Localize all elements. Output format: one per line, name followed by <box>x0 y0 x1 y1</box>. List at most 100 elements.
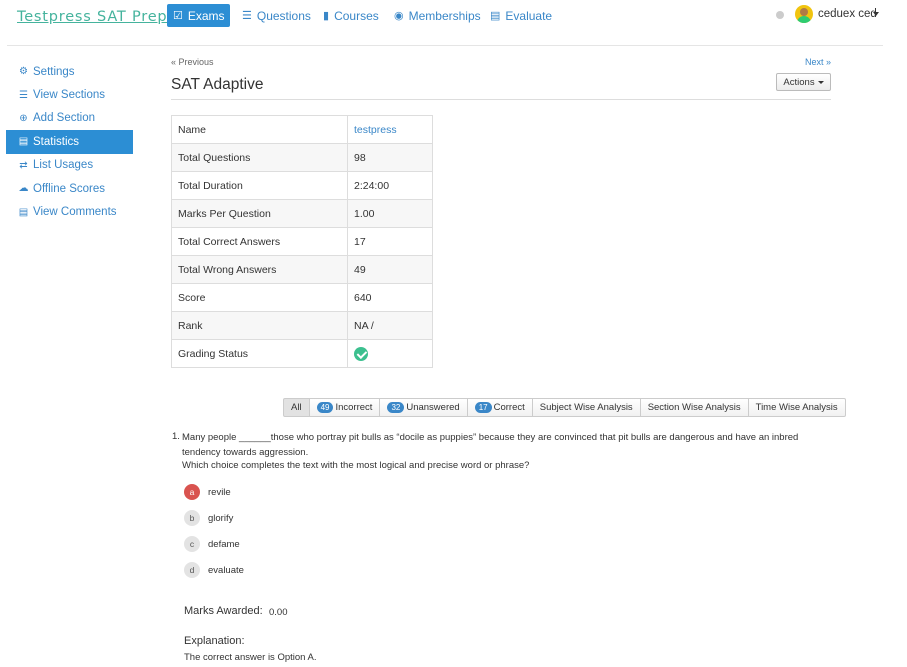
time-wise-analysis-button[interactable]: Time Wise Analysis <box>748 398 846 417</box>
option-key-wrong: a <box>184 484 200 500</box>
answer-option: d evaluate <box>184 562 244 578</box>
sidebar-item-offline-scores[interactable]: ☁ Offline Scores <box>6 177 133 200</box>
option-text: glorify <box>208 512 234 524</box>
answer-filter-bar: All 49 Incorrect 32 Unanswered 17 Correc… <box>283 398 846 417</box>
user-avatar[interactable] <box>795 5 813 23</box>
top-navbar: Testpress SAT Prep ☑ Exams ☰ Questions ▮… <box>0 0 907 32</box>
stat-label: Total Duration <box>171 171 348 200</box>
exchange-icon: ⇄ <box>19 159 28 171</box>
answer-option: c defame <box>184 536 240 552</box>
filter-label: Incorrect <box>335 402 373 413</box>
stat-label: Total Wrong Answers <box>171 255 348 284</box>
nav-courses[interactable]: ▮ Courses <box>317 4 385 27</box>
filter-all-button[interactable]: All <box>283 398 310 417</box>
stat-value <box>347 339 433 368</box>
filter-correct-button[interactable]: 17 Correct <box>467 398 533 417</box>
option-key: c <box>184 536 200 552</box>
stat-value: 17 <box>347 227 433 256</box>
online-status-indicator <box>776 11 784 19</box>
table-row: Total Wrong Answers 49 <box>171 255 433 284</box>
sidebar-item-label: Add Section <box>33 112 96 125</box>
table-row: Marks Per Question 1.00 <box>171 199 433 228</box>
nav-memberships-label: Memberships <box>408 8 481 23</box>
table-row: Name testpress <box>171 115 433 144</box>
sidebar-item-label: Settings <box>33 65 75 78</box>
filter-label: Correct <box>493 402 525 413</box>
plus-circle-icon: ⊕ <box>19 112 28 124</box>
subject-wise-analysis-button[interactable]: Subject Wise Analysis <box>532 398 641 417</box>
previous-link[interactable]: « Previous <box>171 57 214 67</box>
book-icon: ▮ <box>323 10 330 22</box>
marks-awarded-label: Marks Awarded: <box>184 605 263 617</box>
stat-value: NA / <box>347 311 433 340</box>
filter-incorrect-button[interactable]: 49 Incorrect <box>309 398 381 417</box>
nav-evaluate[interactable]: ▤ Evaluate <box>484 4 558 27</box>
stat-label: Total Questions <box>171 143 348 172</box>
stat-label: Marks Per Question <box>171 199 348 228</box>
nav-questions-label: Questions <box>256 8 311 23</box>
bar-chart-icon: ▤ <box>18 136 29 148</box>
filter-label: Section Wise Analysis <box>647 402 741 413</box>
sidebar-item-add-section[interactable]: ⊕ Add Section <box>6 107 133 130</box>
stat-value: 2:24:00 <box>347 171 433 200</box>
filter-unanswered-button[interactable]: 32 Unanswered <box>380 398 468 417</box>
next-link[interactable]: Next » <box>805 57 831 67</box>
table-row: Total Duration 2:24:00 <box>171 171 433 200</box>
sidebar-item-label: List Usages <box>33 159 94 172</box>
sidebar-item-list-usages[interactable]: ⇄ List Usages <box>6 154 133 177</box>
nav-exams[interactable]: ☑ Exams <box>167 4 230 27</box>
check-circle-icon <box>354 346 368 361</box>
sidebar-item-label: Statistics <box>33 135 80 148</box>
sidebar-item-view-sections[interactable]: ☰ View Sections <box>6 83 133 106</box>
actions-label: Actions <box>783 76 815 88</box>
caret-down-icon[interactable] <box>873 12 879 16</box>
stat-label: Score <box>171 283 348 312</box>
filter-label: Subject Wise Analysis <box>539 402 633 413</box>
user-menu-name[interactable]: ceduex ced <box>818 8 877 20</box>
stat-label: Grading Status <box>171 339 348 368</box>
sidebar-item-view-comments[interactable]: ▤ View Comments <box>6 200 133 223</box>
option-key: d <box>184 562 200 578</box>
table-row: Grading Status <box>171 339 433 368</box>
page-title: SAT Adaptive <box>171 76 264 93</box>
stat-label: Rank <box>171 311 348 340</box>
list-icon: ☰ <box>19 89 28 101</box>
stat-value: 98 <box>347 143 433 172</box>
actions-dropdown-button[interactable]: Actions <box>776 73 831 91</box>
answer-option: a revile <box>184 484 231 500</box>
nav-exams-label: Exams <box>187 8 225 23</box>
stat-value: 640 <box>347 283 433 312</box>
answer-option: b glorify <box>184 510 233 526</box>
sidebar-item-label: Offline Scores <box>33 182 106 195</box>
option-text: evaluate <box>208 564 244 576</box>
comment-icon: ▤ <box>18 206 29 218</box>
cloud-upload-icon: ☁ <box>18 183 29 195</box>
stat-value: 49 <box>347 255 433 284</box>
option-text: defame <box>208 538 240 550</box>
count-badge: 17 <box>474 402 492 413</box>
filter-label: All <box>291 402 302 413</box>
caret-down-icon <box>817 80 824 84</box>
table-row: Rank NA / <box>171 311 433 340</box>
sidebar: ⚙ Settings ☰ View Sections ⊕ Add Section… <box>6 60 133 224</box>
file-icon: ▤ <box>490 10 501 22</box>
sidebar-item-statistics[interactable]: ▤ Statistics <box>6 130 133 154</box>
nav-questions[interactable]: ☰ Questions <box>236 4 317 27</box>
table-row: Score 640 <box>171 283 433 312</box>
section-wise-analysis-button[interactable]: Section Wise Analysis <box>640 398 749 417</box>
filter-label: Time Wise Analysis <box>755 402 838 413</box>
stat-label: Name <box>171 115 348 144</box>
explanation-label: Explanation: <box>184 635 245 647</box>
sidebar-item-settings[interactable]: ⚙ Settings <box>6 60 133 83</box>
users-icon: ◉ <box>394 10 404 22</box>
sidebar-item-label: View Comments <box>33 206 117 219</box>
stat-label: Total Correct Answers <box>171 227 348 256</box>
table-row: Total Correct Answers 17 <box>171 227 433 256</box>
check-square-icon: ☑ <box>173 10 183 22</box>
nav-evaluate-label: Evaluate <box>505 8 553 23</box>
marks-awarded-value: 0.00 <box>269 607 288 618</box>
nav-courses-label: Courses <box>334 8 379 23</box>
exam-name-link[interactable]: testpress <box>347 115 433 144</box>
brand-logo-link[interactable]: Testpress SAT Prep <box>17 9 167 25</box>
nav-memberships[interactable]: ◉ Memberships <box>388 4 487 27</box>
